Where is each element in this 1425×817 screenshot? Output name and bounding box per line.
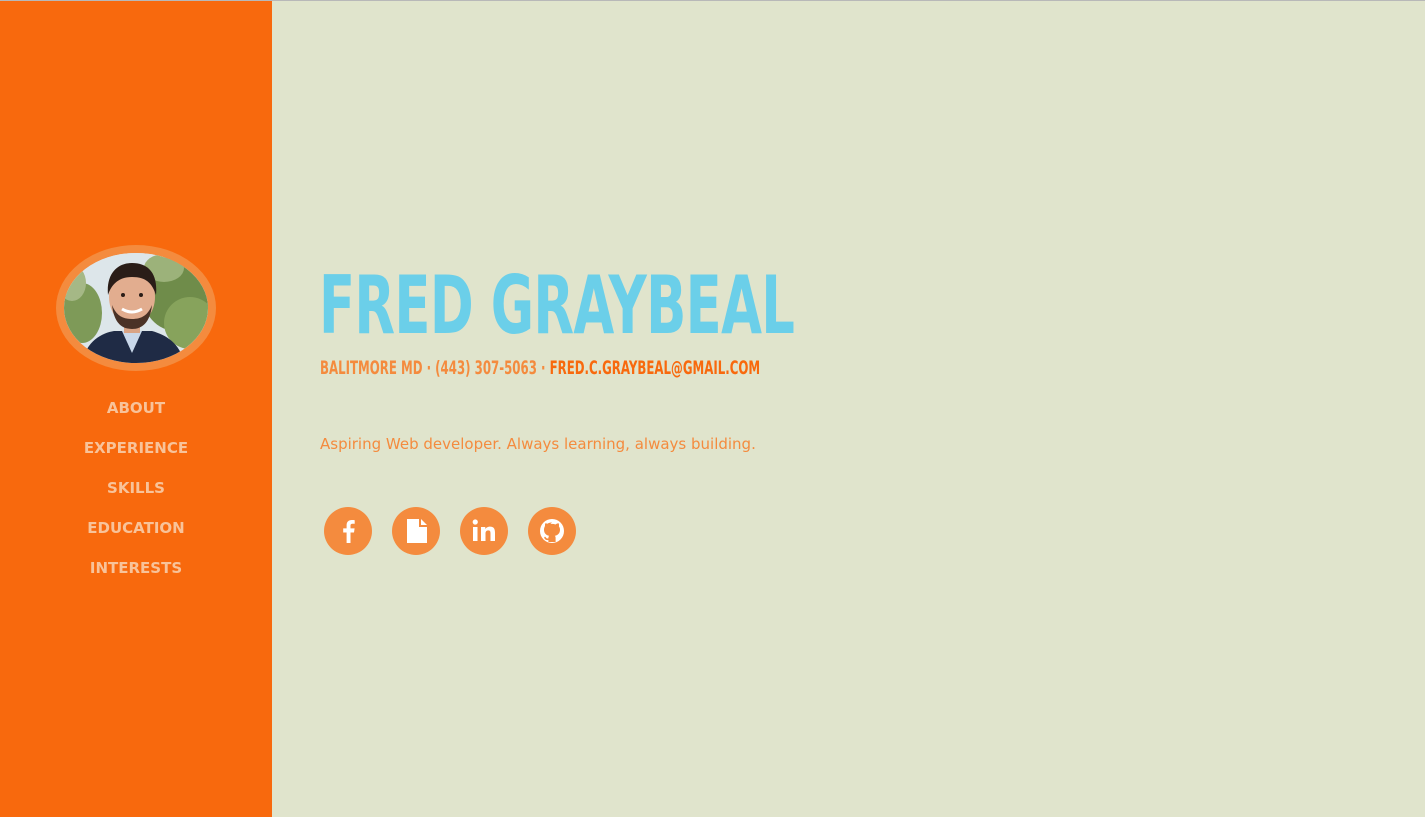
github-icon bbox=[540, 519, 564, 543]
email-link[interactable]: fred.c.graybeal@gmail.com bbox=[550, 357, 760, 379]
nav-item: EDUCATION bbox=[0, 513, 272, 553]
facebook-icon bbox=[343, 520, 355, 543]
location-text: Balitmore MD bbox=[320, 357, 423, 379]
page-title: Fred Graybeal bbox=[319, 259, 795, 352]
separator: · bbox=[426, 357, 432, 379]
social-item bbox=[528, 507, 576, 555]
sidebar: ABOUT EXPERIENCE SKILLS EDUCATION INTERE… bbox=[0, 1, 272, 817]
nav-item: SKILLS bbox=[0, 473, 272, 513]
resume-button[interactable] bbox=[392, 507, 440, 555]
social-item bbox=[324, 507, 372, 555]
profile-avatar-frame[interactable] bbox=[56, 245, 216, 371]
nav-link-skills[interactable]: SKILLS bbox=[107, 479, 165, 497]
main-content: Fred Graybeal Balitmore MD · (443) 307-5… bbox=[272, 1, 1425, 817]
nav-list: ABOUT EXPERIENCE SKILLS EDUCATION INTERE… bbox=[0, 393, 272, 593]
social-item bbox=[392, 507, 440, 555]
github-button[interactable] bbox=[528, 507, 576, 555]
nav-item: EXPERIENCE bbox=[0, 433, 272, 473]
profile-photo bbox=[64, 253, 208, 363]
nav-link-about[interactable]: ABOUT bbox=[107, 399, 165, 417]
nav-link-experience[interactable]: EXPERIENCE bbox=[84, 439, 188, 457]
nav-item: ABOUT bbox=[0, 393, 272, 433]
phone-text: (443) 307-5063 bbox=[435, 357, 537, 379]
social-item bbox=[460, 507, 508, 555]
separator: · bbox=[541, 357, 546, 379]
facebook-button[interactable] bbox=[324, 507, 372, 555]
document-icon bbox=[407, 519, 427, 543]
nav-item: INTERESTS bbox=[0, 553, 272, 593]
linkedin-icon bbox=[472, 519, 495, 541]
avatar bbox=[64, 253, 208, 363]
nav-link-education[interactable]: EDUCATION bbox=[87, 519, 184, 537]
linkedin-button[interactable] bbox=[460, 507, 508, 555]
contact-line: Balitmore MD · (443) 307-5063 · fred.c.g… bbox=[320, 355, 760, 381]
tagline: Aspiring Web developer. Always learning,… bbox=[320, 435, 756, 453]
nav-link-interests[interactable]: INTERESTS bbox=[90, 559, 182, 577]
